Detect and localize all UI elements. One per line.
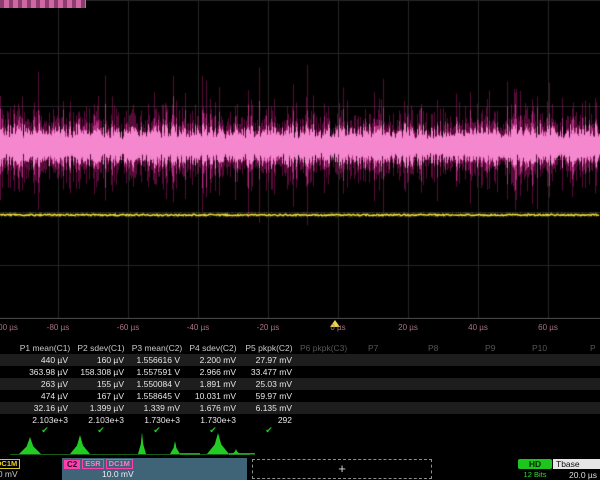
param-header-dim[interactable]: P9 <box>485 342 495 354</box>
measure-table-row: 263 µV 155 µV 1.550084 V 1.891 mV 25.03 mV <box>0 378 600 390</box>
c2-badge-row: C2 ESR DC1M <box>64 459 133 469</box>
channel-c1-descriptor[interactable]: DC1M 10.0 mV <box>0 458 60 480</box>
waveform-display[interactable] <box>0 0 600 319</box>
measure-value: 474 µV <box>18 390 68 402</box>
time-tick-label: 20 µs <box>398 323 418 332</box>
param-header-dim[interactable]: P <box>590 342 596 354</box>
param-header-1[interactable]: P1 mean(C1) <box>18 342 72 354</box>
histicon-p1[interactable] <box>19 437 41 454</box>
measure-table-header-row: P1 mean(C1)P2 sdev(C1)P3 mean(C2)P4 sdev… <box>0 342 600 354</box>
bottom-bar: DC1M 10.0 mV C2 ESR DC1M 10.0 mV + HD 12… <box>0 458 600 480</box>
param-header-2[interactable]: P2 sdev(C1) <box>74 342 128 354</box>
measure-table-row: 474 µV 167 µV 1.558645 V 10.031 mV 59.97 mV <box>0 390 600 402</box>
c1-scale-value: 10.0 mV <box>0 469 18 479</box>
oscilloscope-screen: 00 µs -80 µs -60 µs -40 µs -20 µs 0 µs 20 µs 40… <box>0 0 600 480</box>
time-axis: 00 µs -80 µs -60 µs -40 µs -20 µs 0 µs 20 µs 40… <box>0 319 600 336</box>
measure-value: 155 µV <box>74 378 124 390</box>
time-tick-label: 40 µs <box>468 323 488 332</box>
measure-value: 1.558645 V <box>130 390 180 402</box>
timebase-descriptor[interactable]: Tbase 20.0 µs <box>553 458 600 480</box>
histicon-p5[interactable] <box>207 433 255 455</box>
param-header-5[interactable]: P5 pkpk(C2) <box>242 342 296 354</box>
add-trace-button[interactable]: + <box>252 459 432 479</box>
measure-value: 1.550084 V <box>130 378 180 390</box>
acquisition-mode[interactable]: HD 12 Bits <box>518 458 552 480</box>
measure-value: 6.135 mV <box>242 402 292 414</box>
histicon-p3[interactable] <box>138 433 146 454</box>
measure-value: 160 µV <box>74 354 124 366</box>
c2-scale-value: 10.0 mV <box>102 469 134 479</box>
measure-value: 167 µV <box>74 390 124 402</box>
measure-value: 1.399 µV <box>74 402 124 414</box>
measure-value: 25.03 mV <box>242 378 292 390</box>
measure-value: 32.16 µV <box>18 402 68 414</box>
measure-value: 363.98 µV <box>18 366 68 378</box>
param-header-4[interactable]: P4 sdev(C2) <box>186 342 240 354</box>
hd-bits-label: 12 Bits <box>518 470 552 479</box>
measure-value: 1.556616 V <box>130 354 180 366</box>
measure-table-row: 363.98 µV 158.308 µV 1.557591 V 2.966 mV 33.… <box>0 366 600 378</box>
histicon-row <box>0 433 270 459</box>
c2-esr-badge: ESR <box>82 459 103 469</box>
time-tick-label: -80 µs <box>47 323 69 332</box>
histicon-p2[interactable] <box>70 435 90 454</box>
channel-c2-descriptor[interactable]: C2 ESR DC1M 10.0 mV <box>62 458 247 480</box>
measure-value: 27.97 mV <box>242 354 292 366</box>
histicon-p4[interactable] <box>170 441 200 455</box>
param-header-3[interactable]: P3 mean(C2) <box>130 342 184 354</box>
measure-value: 2.966 mV <box>186 366 236 378</box>
c2-channel-badge: C2 <box>64 460 80 469</box>
time-tick-label: -40 µs <box>187 323 209 332</box>
hd-mode-badge: HD <box>518 459 552 469</box>
measure-value: 1.557591 V <box>130 366 180 378</box>
time-tick-label: 60 µs <box>538 323 558 332</box>
measure-value: 1.891 mV <box>186 378 236 390</box>
measure-value: 1.339 mV <box>130 402 180 414</box>
measure-table-row: 440 µV 160 µV 1.556616 V 2.200 mV 27.97 mV <box>0 354 600 366</box>
time-tick-label: 0 µs <box>330 323 345 332</box>
cropped-toolbar-button[interactable] <box>0 0 86 8</box>
timebase-value: 20.0 µs <box>569 470 600 480</box>
measure-value: 2.200 mV <box>186 354 236 366</box>
param-header-dim[interactable]: P6 pkpk(C3) <box>300 342 347 354</box>
time-tick-label: -60 µs <box>117 323 139 332</box>
timebase-label: Tbase <box>553 459 600 469</box>
c2-coupling-badge: DC1M <box>106 459 133 469</box>
param-header-dim[interactable]: P8 <box>428 342 438 354</box>
histicon-baseline <box>10 454 250 455</box>
param-header-dim[interactable]: P10 <box>532 342 547 354</box>
param-header-dim[interactable]: P7 <box>368 342 378 354</box>
measure-value: 158.308 µV <box>74 366 124 378</box>
measure-value: 1.676 mV <box>186 402 236 414</box>
time-tick-label: 00 µs <box>0 323 18 332</box>
measure-value: 59.97 mV <box>242 390 292 402</box>
measure-value: 440 µV <box>18 354 68 366</box>
time-tick-label: -20 µs <box>257 323 279 332</box>
measure-value: 10.031 mV <box>186 390 236 402</box>
measure-table-row: 32.16 µV 1.399 µV 1.339 mV 1.676 mV 6.135 mV <box>0 402 600 414</box>
measure-table: P1 mean(C1)P2 sdev(C1)P3 mean(C2)P4 sdev… <box>0 342 600 436</box>
measure-value: 33.477 mV <box>242 366 292 378</box>
measure-value: 263 µV <box>18 378 68 390</box>
c1-coupling-badge: DC1M <box>0 459 20 469</box>
